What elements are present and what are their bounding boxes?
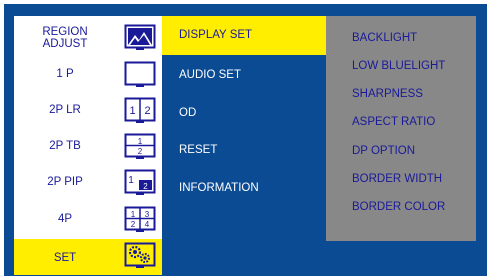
menu-item-label: OD [179,107,197,119]
left-item-1p[interactable]: 1 P [14,56,162,92]
submenu-item-label: SHARPNESS [352,88,423,100]
left-item-label-line2: ADJUST [42,38,88,50]
icon-digit: 2 [144,105,150,117]
region-adjust-icon [124,24,156,50]
icon-digit: 1 [128,175,134,186]
menu-item-display-set[interactable]: DISPLAY SET [162,16,326,55]
icon-digit: 1 [138,137,143,146]
menu-item-od[interactable]: OD [162,97,326,130]
picture-in-picture-icon: 1 2 [124,169,156,195]
status-bar [162,241,476,275]
split-left-right-icon: 1 2 [124,97,156,123]
left-item-label: 2P PIP [47,176,83,188]
single-monitor-icon [124,61,156,87]
left-item-set[interactable]: SET [14,239,162,275]
submenu-item-border-color[interactable]: BORDER COLOR [326,193,476,221]
middle-menu: DISPLAY SET AUDIO SET OD RESET INFORMATI… [162,16,326,241]
left-item-2p-pip[interactable]: 2P PIP 1 2 [14,164,162,200]
left-item-2p-tb[interactable]: 2P TB 1 2 [14,128,162,164]
settings-gears-icon [124,242,156,268]
left-item-2p-lr[interactable]: 2P LR 1 2 [14,92,162,128]
icon-digit: 1 [131,210,136,219]
icon-digit: 1 [129,105,135,117]
submenu-item-label: BACKLIGHT [352,32,418,44]
submenu-item-dp-option[interactable]: DP OPTION [326,137,476,165]
split-top-bottom-icon: 1 2 [124,133,156,159]
submenu-panel: BACKLIGHT LOW BLUELIGHT SHARPNESS ASPECT… [326,16,476,241]
menu-item-information[interactable]: INFORMATION [162,172,326,205]
submenu-item-label: LOW BLUELIGHT [352,60,446,72]
left-menu: REGION ADJUST 1 P 2P LR 1 2 2P TB 1 2 2P… [14,16,162,275]
left-item-region-adjust[interactable]: REGION ADJUST [14,18,162,56]
icon-digit: 2 [131,220,136,229]
menu-item-audio-set[interactable]: AUDIO SET [162,59,326,92]
left-item-label: 4P [57,213,73,225]
menu-item-reset[interactable]: RESET [162,134,326,167]
submenu-item-label: ASPECT RATIO [352,116,436,128]
icon-digit: 2 [143,182,148,191]
submenu-item-aspect-ratio[interactable]: ASPECT RATIO [326,108,476,136]
submenu-item-label: BORDER WIDTH [352,173,443,185]
quad-split-icon: 1 3 2 4 [124,206,156,232]
submenu-item-sharpness[interactable]: SHARPNESS [326,80,476,108]
icon-digit: 2 [138,147,143,156]
icon-digit: 4 [145,220,150,229]
left-item-4p[interactable]: 4P 1 3 2 4 [14,200,162,238]
submenu-item-low-bluelight[interactable]: LOW BLUELIGHT [326,52,476,80]
left-item-label: 1 P [56,68,74,80]
menu-item-label: INFORMATION [179,182,259,194]
submenu-item-backlight[interactable]: BACKLIGHT [326,24,476,52]
menu-item-label: RESET [179,144,218,156]
submenu-item-label: DP OPTION [352,145,416,157]
menu-item-label: DISPLAY SET [179,29,253,41]
left-item-label: 2P TB [49,140,81,152]
menu-item-label: AUDIO SET [179,69,241,81]
left-item-label: 2P LR [49,104,81,116]
submenu-item-border-width[interactable]: BORDER WIDTH [326,165,476,193]
left-item-label: SET [53,252,77,264]
submenu-item-label: BORDER COLOR [352,201,446,213]
icon-digit: 3 [145,210,150,219]
